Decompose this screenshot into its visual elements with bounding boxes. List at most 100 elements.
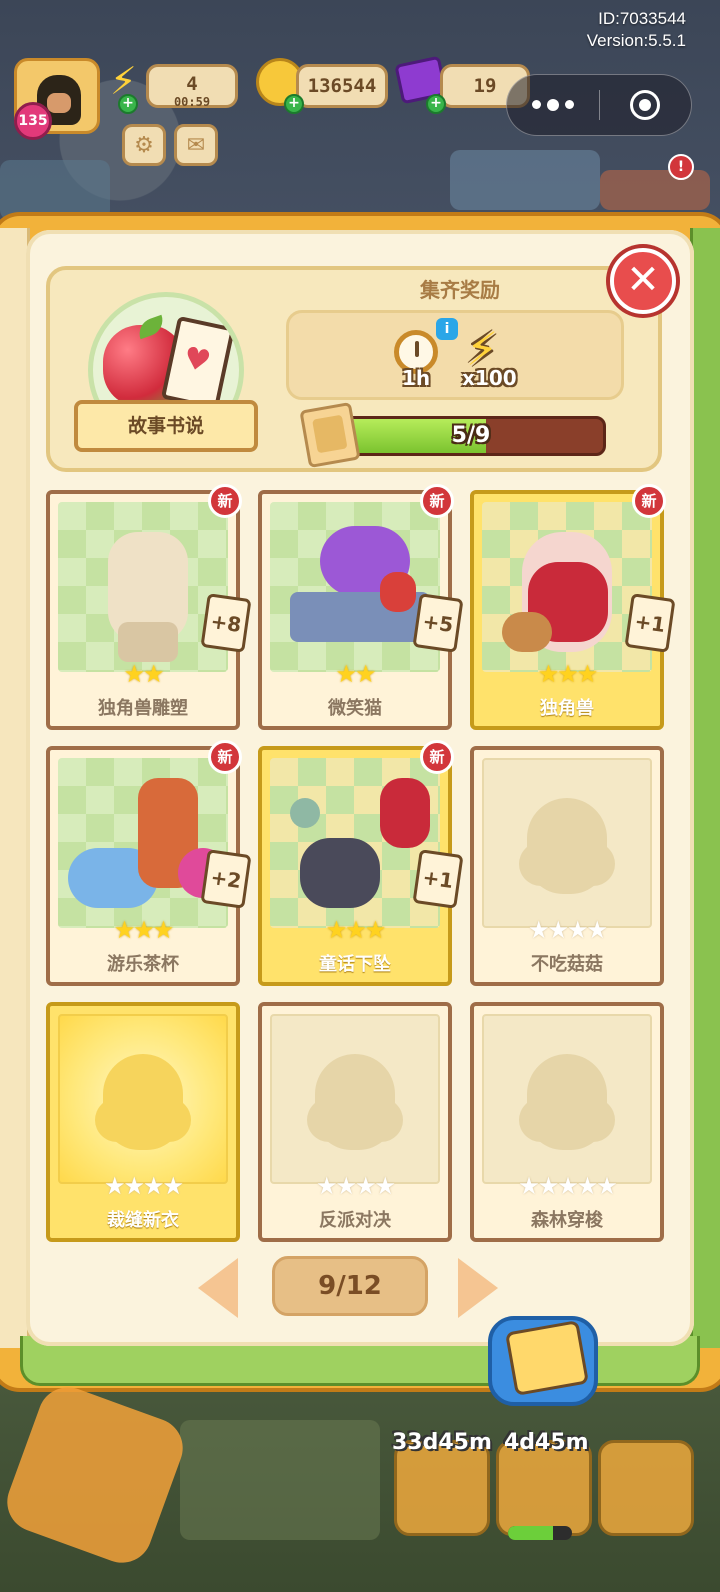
- star-icon: ★: [345, 916, 366, 944]
- card-stars: ★★★: [50, 916, 236, 944]
- reward-energy-value: x100: [462, 366, 517, 390]
- producer-progress: [508, 1526, 572, 1540]
- album-card[interactable]: ★★★★ 不吃菇菇: [470, 746, 664, 986]
- star-icon: ★: [355, 660, 376, 688]
- card-name: 独角兽: [540, 698, 594, 719]
- reward-title: 集齐奖励: [420, 278, 500, 302]
- card-name: 童话下坠: [319, 954, 391, 975]
- album-card[interactable]: ★★★ 独角兽新 +1: [470, 484, 676, 730]
- card-artwork: [58, 502, 228, 672]
- artwork-shape: [380, 572, 416, 612]
- locked-silhouette: [519, 1054, 615, 1150]
- star-icon: ★: [576, 1172, 598, 1200]
- card-silhouette: [58, 1014, 228, 1184]
- star-icon: ★: [364, 916, 386, 944]
- star-icon: ★: [518, 1172, 539, 1200]
- card-stack-icon: [299, 401, 361, 469]
- star-icon: ★: [596, 1172, 617, 1200]
- album-card[interactable]: ★★ 独角兽雕塑 新 +8: [46, 484, 252, 730]
- card-name: 独角兽雕塑: [98, 698, 188, 719]
- album-card[interactable]: ★★★★★ 森林穿梭: [470, 1002, 664, 1242]
- energy-value: 4: [186, 73, 198, 95]
- card-artwork: [482, 502, 652, 672]
- mail-icon[interactable]: ✉: [174, 124, 218, 166]
- add-coins-icon[interactable]: +: [284, 94, 304, 114]
- star-icon: ★: [537, 660, 559, 688]
- duplicate-count-tag: +2: [200, 849, 252, 909]
- star-icon: ★: [586, 916, 608, 944]
- star-icon: ★: [335, 660, 356, 688]
- book-right-edge: [690, 228, 720, 1348]
- artwork-shape: [380, 778, 430, 848]
- card-stars: ★★★★: [262, 1172, 448, 1200]
- settings-gear-icon[interactable]: ⚙: [122, 124, 166, 166]
- star-icon: ★: [133, 916, 154, 944]
- card-artwork: [58, 758, 228, 928]
- add-energy-icon[interactable]: +: [118, 94, 138, 114]
- producer-timer: 4d45m: [504, 1430, 589, 1455]
- more-dots-icon[interactable]: [507, 98, 599, 111]
- card-artwork: [270, 758, 440, 928]
- star-icon: ★: [547, 916, 568, 944]
- card-stars: ★★★★: [50, 1172, 236, 1200]
- page-indicator: 9/12: [272, 1256, 428, 1316]
- mini-program-capsule: [506, 74, 692, 136]
- version-text: Version:5.5.1: [586, 31, 686, 50]
- album-card[interactable]: ★★★ 游乐茶杯新 +2: [46, 740, 252, 986]
- card-stars: ★★★: [474, 660, 660, 688]
- close-icon[interactable]: ✕: [610, 248, 676, 314]
- star-icon: ★: [557, 660, 578, 688]
- target-close-icon[interactable]: [600, 90, 692, 120]
- star-icon: ★: [162, 1172, 184, 1200]
- level-badge: 135: [14, 102, 52, 140]
- new-badge: 新: [420, 484, 454, 518]
- star-icon: ★: [152, 916, 174, 944]
- user-id: ID:7033544: [598, 9, 686, 28]
- album-name: 故事书说: [74, 400, 258, 452]
- background-building: [0, 160, 110, 220]
- new-badge: 新: [420, 740, 454, 774]
- artwork-shape: [290, 798, 320, 828]
- album-card[interactable]: ★★★★ 裁缝新衣: [46, 1002, 240, 1242]
- card-name: 反派对决: [319, 1210, 391, 1231]
- coin-counter[interactable]: 136544: [296, 64, 388, 108]
- card-stars: ★★★: [262, 916, 448, 944]
- card-silhouette: [482, 758, 652, 928]
- card-artwork: [270, 502, 440, 672]
- star-icon: ★: [374, 1172, 396, 1200]
- star-icon: ★: [143, 660, 164, 688]
- new-badge: 新: [208, 740, 242, 774]
- producer-timer: 33d45m: [392, 1430, 492, 1455]
- background-building: [600, 170, 710, 210]
- producer-slot[interactable]: [598, 1440, 694, 1536]
- album-card[interactable]: ★★ 微笑猫 新 +5: [258, 484, 464, 730]
- album-card[interactable]: ★★★★ 反派对决: [258, 1002, 452, 1242]
- star-icon: ★: [123, 1172, 144, 1200]
- background-ground: [180, 1420, 380, 1540]
- card-pack-button[interactable]: [488, 1316, 598, 1406]
- chevron-right-icon[interactable]: [458, 1258, 498, 1318]
- energy-counter[interactable]: 4 00:59: [146, 64, 238, 109]
- star-icon: ★: [557, 1172, 578, 1200]
- chevron-left-icon[interactable]: [198, 1258, 238, 1318]
- star-icon: ★: [103, 1172, 125, 1200]
- star-icon: ★: [527, 916, 549, 944]
- album-card[interactable]: ★★★ 童话下坠新 +1: [258, 740, 464, 986]
- locked-silhouette: [307, 1054, 403, 1150]
- card-silhouette: [270, 1014, 440, 1184]
- card-name: 不吃菇菇: [531, 954, 603, 975]
- locked-silhouette: [95, 1054, 191, 1150]
- coin-value: 136544: [307, 75, 377, 97]
- star-icon: ★: [335, 1172, 356, 1200]
- info-icon[interactable]: i: [436, 318, 458, 340]
- duplicate-count-tag: +1: [624, 593, 676, 653]
- star-icon: ★: [537, 1172, 559, 1200]
- add-gems-icon[interactable]: +: [426, 94, 446, 114]
- star-icon: ★: [325, 916, 347, 944]
- star-icon: ★: [567, 916, 588, 944]
- locked-silhouette: [519, 798, 615, 894]
- card-pack-icon: [505, 1320, 589, 1396]
- card-silhouette: [482, 1014, 652, 1184]
- star-icon: ★: [315, 1172, 337, 1200]
- star-icon: ★: [123, 660, 144, 688]
